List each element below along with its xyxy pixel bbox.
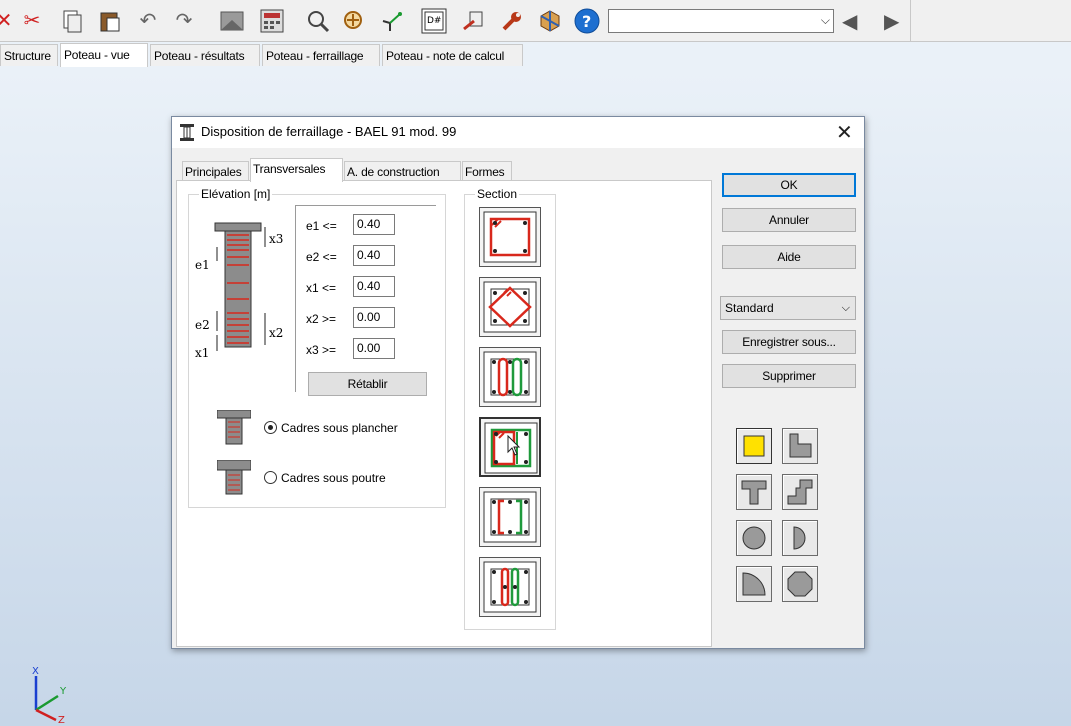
x3-field[interactable]: 0.00 [353,338,395,359]
section-triple-loop-button[interactable] [479,557,541,617]
section-double-loop-button[interactable] [479,347,541,407]
close-icon[interactable]: ✕ [836,120,853,145]
undo-icon[interactable]: ↶ [134,7,162,35]
toolbar-divider [910,0,911,42]
section-group: Section [464,187,556,630]
paste-icon[interactable] [96,7,124,35]
ok-button[interactable]: OK [722,173,856,197]
x3-label: x3 >= [306,343,337,357]
label-x3: x3 [269,232,283,246]
svg-text:?: ? [582,12,591,31]
copy-icon[interactable] [58,7,86,35]
previous-arrow-icon[interactable]: ◀ [842,9,857,34]
table-icon[interactable]: D# [420,7,448,35]
section-combined-stirrup-button[interactable] [479,417,541,477]
calculator-icon[interactable] [258,7,286,35]
tab-structure[interactable]: Structure [0,44,58,66]
3d-icon[interactable] [536,7,564,35]
reset-button[interactable]: Rétablir [308,372,427,396]
preset-select[interactable]: Standard ⌵ [720,296,856,320]
toolbar-combo[interactable]: ⌵ [608,9,834,33]
elevation-group: Elévation [m] x3 e1 e2 x2 x1 e1 <= 0.40 … [188,187,446,508]
section-diamond-stirrup-button[interactable] [479,277,541,337]
next-arrow-icon[interactable]: ▶ [884,9,899,34]
column-icon [180,124,194,141]
radio-under-slab[interactable] [264,421,277,434]
section-legend: Section [475,187,520,201]
tab-poteau-note-de-calcul[interactable]: Poteau - note de calcul [382,44,523,66]
image-icon[interactable] [218,7,246,35]
dialog-titlebar[interactable]: Disposition de ferraillage - BAEL 91 mod… [172,117,864,148]
radio-under-beam[interactable] [264,471,277,484]
redo-icon[interactable]: ↷ [170,7,198,35]
frame-under-slab-icon [217,410,251,445]
axis-y-label: Y [59,686,67,697]
svg-text:D#: D# [427,16,441,26]
save-as-button[interactable]: Enregistrer sous... [722,330,856,354]
elevation-legend: Elévation [m] [199,187,273,201]
x2-field[interactable]: 0.00 [353,307,395,328]
chevron-down-icon: ⌵ [820,13,830,27]
column-elevation-diagram: x3 e1 e2 x2 x1 [195,222,283,360]
help-button[interactable]: Aide [722,245,856,269]
under-beam-label[interactable]: Cadres sous poutre [281,471,386,485]
label-x1: x1 [195,346,209,360]
axis-z-label: Z [58,715,65,724]
reinforcement-dialog: Disposition de ferraillage - BAEL 91 mod… [171,116,865,649]
z-shape-icon[interactable] [782,474,818,510]
export-icon[interactable] [460,7,488,35]
tab-poteau-vue[interactable]: Poteau - vue [60,43,148,67]
section-single-stirrup-button[interactable] [479,207,541,267]
label-e2: e2 [195,318,210,332]
help-icon[interactable]: ? [573,7,601,35]
dialog-title: Disposition de ferraillage - BAEL 91 mod… [201,124,457,139]
t-shape-icon[interactable] [736,474,772,510]
delete-button[interactable]: Supprimer [722,364,856,388]
cancel-button[interactable]: Annuler [722,208,856,232]
e1-label: e1 <= [306,219,337,233]
tab-a-de-construction[interactable]: A. de construction [344,161,461,182]
e1-field[interactable]: 0.40 [353,214,395,235]
wrench-icon[interactable] [498,7,526,35]
axis-x-label: X [32,666,39,677]
graph-icon[interactable] [378,7,406,35]
l-shape-icon[interactable] [782,428,818,464]
half-circle-shape-icon[interactable] [782,520,818,556]
tab-transversales[interactable]: Transversales [250,158,343,182]
x1-field[interactable]: 0.40 [353,276,395,297]
octagon-shape-icon[interactable] [782,566,818,602]
under-slab-label[interactable]: Cadres sous plancher [281,421,398,435]
label-x2: x2 [269,326,283,340]
chevron-down-icon: ⌵ [841,302,850,314]
x2-label: x2 >= [306,312,337,326]
tab-poteau-resultats[interactable]: Poteau - résultats [150,44,260,66]
tab-panel-transversales: Elévation [m] x3 e1 e2 x2 x1 e1 <= 0.40 … [176,180,712,647]
main-toolbar: ✕ ✂ ↶ ↷ D# ? ⌵ ◀ ▶ [0,0,1071,42]
zoom-extents-icon[interactable] [340,7,368,35]
rectangle-shape-icon[interactable] [736,428,772,464]
scissors-icon[interactable]: ✂ [18,7,46,35]
tab-formes[interactable]: Formes [462,161,512,182]
x1-label: x1 <= [306,281,337,295]
close-x-icon[interactable]: ✕ [0,7,18,35]
e2-field[interactable]: 0.40 [353,245,395,266]
quarter-circle-shape-icon[interactable] [736,566,772,602]
zoom-icon[interactable] [304,7,332,35]
circle-shape-icon[interactable] [736,520,772,556]
e2-label: e2 <= [306,250,337,264]
frame-under-beam-icon [217,460,251,495]
tab-poteau-ferraillage[interactable]: Poteau - ferraillage [262,44,380,66]
section-side-hooks-button[interactable] [479,487,541,547]
preset-select-value: Standard [725,301,774,315]
axes-gizmo: X Y Z [32,666,67,724]
tab-principales[interactable]: Principales [182,161,249,182]
label-e1: e1 [195,258,210,272]
